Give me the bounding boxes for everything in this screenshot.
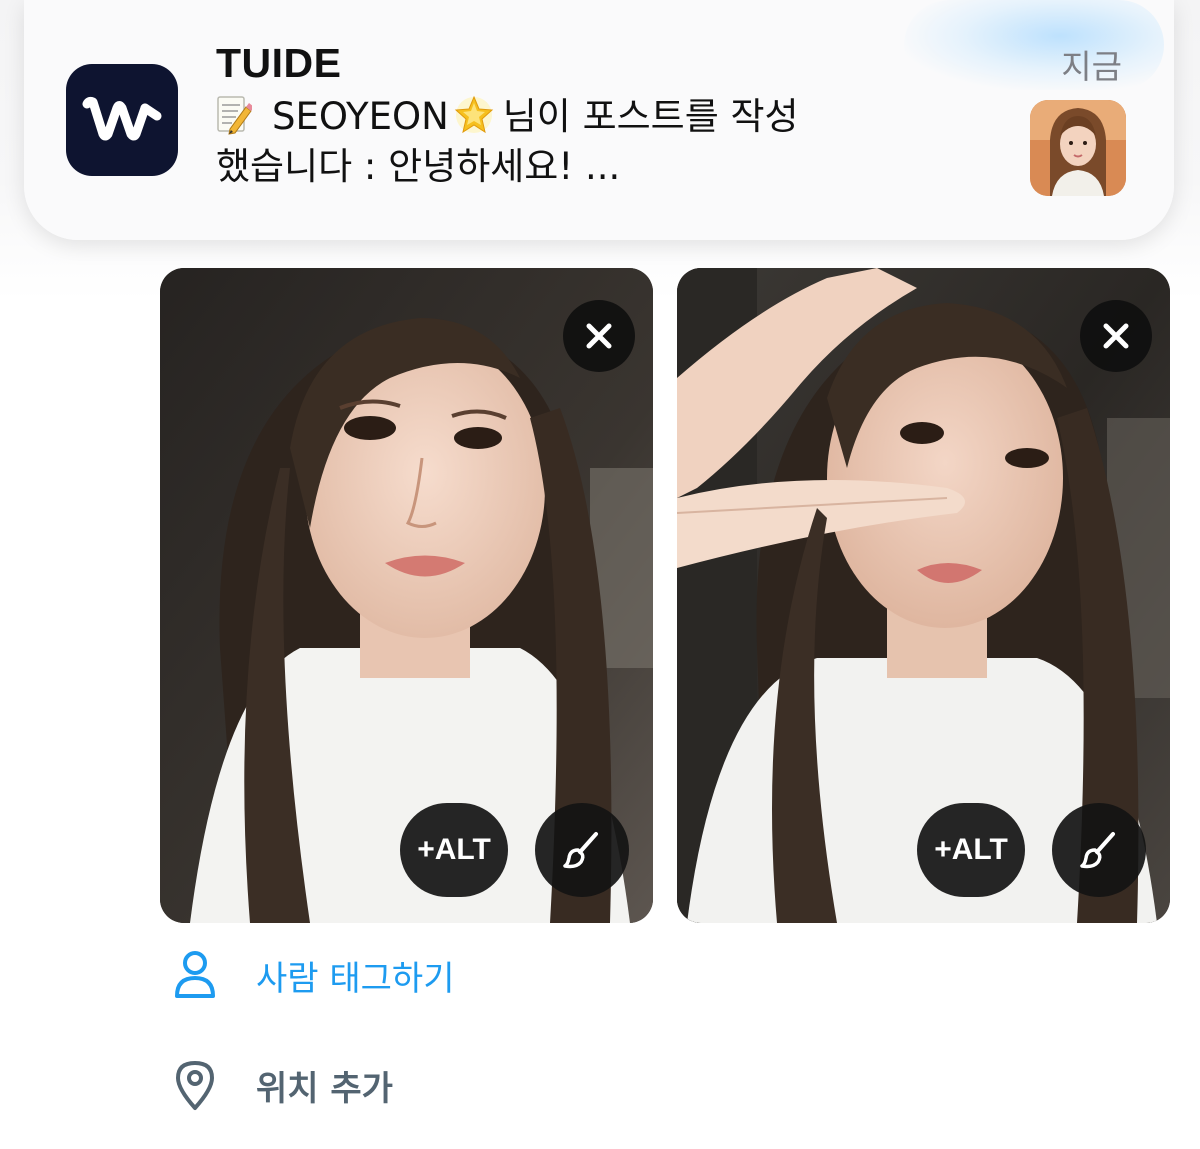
add-location-label: 위치 추가 [256, 1068, 393, 1109]
notification-app-name: TUIDE [216, 40, 342, 86]
add-alt-text-2-button[interactable]: +ALT [917, 803, 1025, 897]
person-icon [170, 950, 220, 1000]
remove-photo-2-button[interactable] [1080, 300, 1152, 372]
notification-author: SEOYEON [272, 95, 449, 138]
notification-time: 지금 [1061, 47, 1122, 86]
notification-body-text: 님이 포스트를 작성 [502, 95, 799, 138]
photo-attachment-1[interactable]: +ALT [160, 268, 653, 923]
glowing-star-emoji-icon [453, 93, 495, 135]
push-notification[interactable]: TUIDE 지금 SEOYEON 님이 포스트를 작성 했습니다: 안녕하세요… [24, 0, 1174, 240]
notification-body: SEOYEON 님이 포스트를 작성 했습니다 : 안녕하세요! ... [216, 92, 916, 192]
close-icon [1103, 323, 1129, 349]
photo-attachment-2[interactable]: +ALT [677, 268, 1170, 923]
remove-photo-1-button[interactable] [563, 300, 635, 372]
edit-photo-1-button[interactable] [535, 803, 629, 897]
brush-icon [563, 832, 598, 869]
add-location-button[interactable]: 위치 추가 [170, 1060, 393, 1110]
edit-photo-2-button[interactable] [1052, 803, 1146, 897]
tag-people-button[interactable]: 사람 태그하기 [170, 950, 455, 1000]
notification-body-line-1: SEOYEON 님이 포스트를 작성 [216, 92, 916, 142]
notification-glow [904, 0, 1164, 90]
memo-emoji-icon [216, 95, 254, 135]
add-alt-text-1-button[interactable]: +ALT [400, 803, 508, 897]
profile-thumbnail [1030, 100, 1126, 196]
close-icon [586, 323, 612, 349]
location-pin-icon [170, 1060, 220, 1110]
weverse-logo-icon [66, 64, 178, 176]
brush-icon [1080, 832, 1115, 869]
tag-people-label: 사람 태그하기 [256, 958, 455, 999]
notification-body-line-2: 했습니다 : 안녕하세요! ... [216, 145, 621, 188]
